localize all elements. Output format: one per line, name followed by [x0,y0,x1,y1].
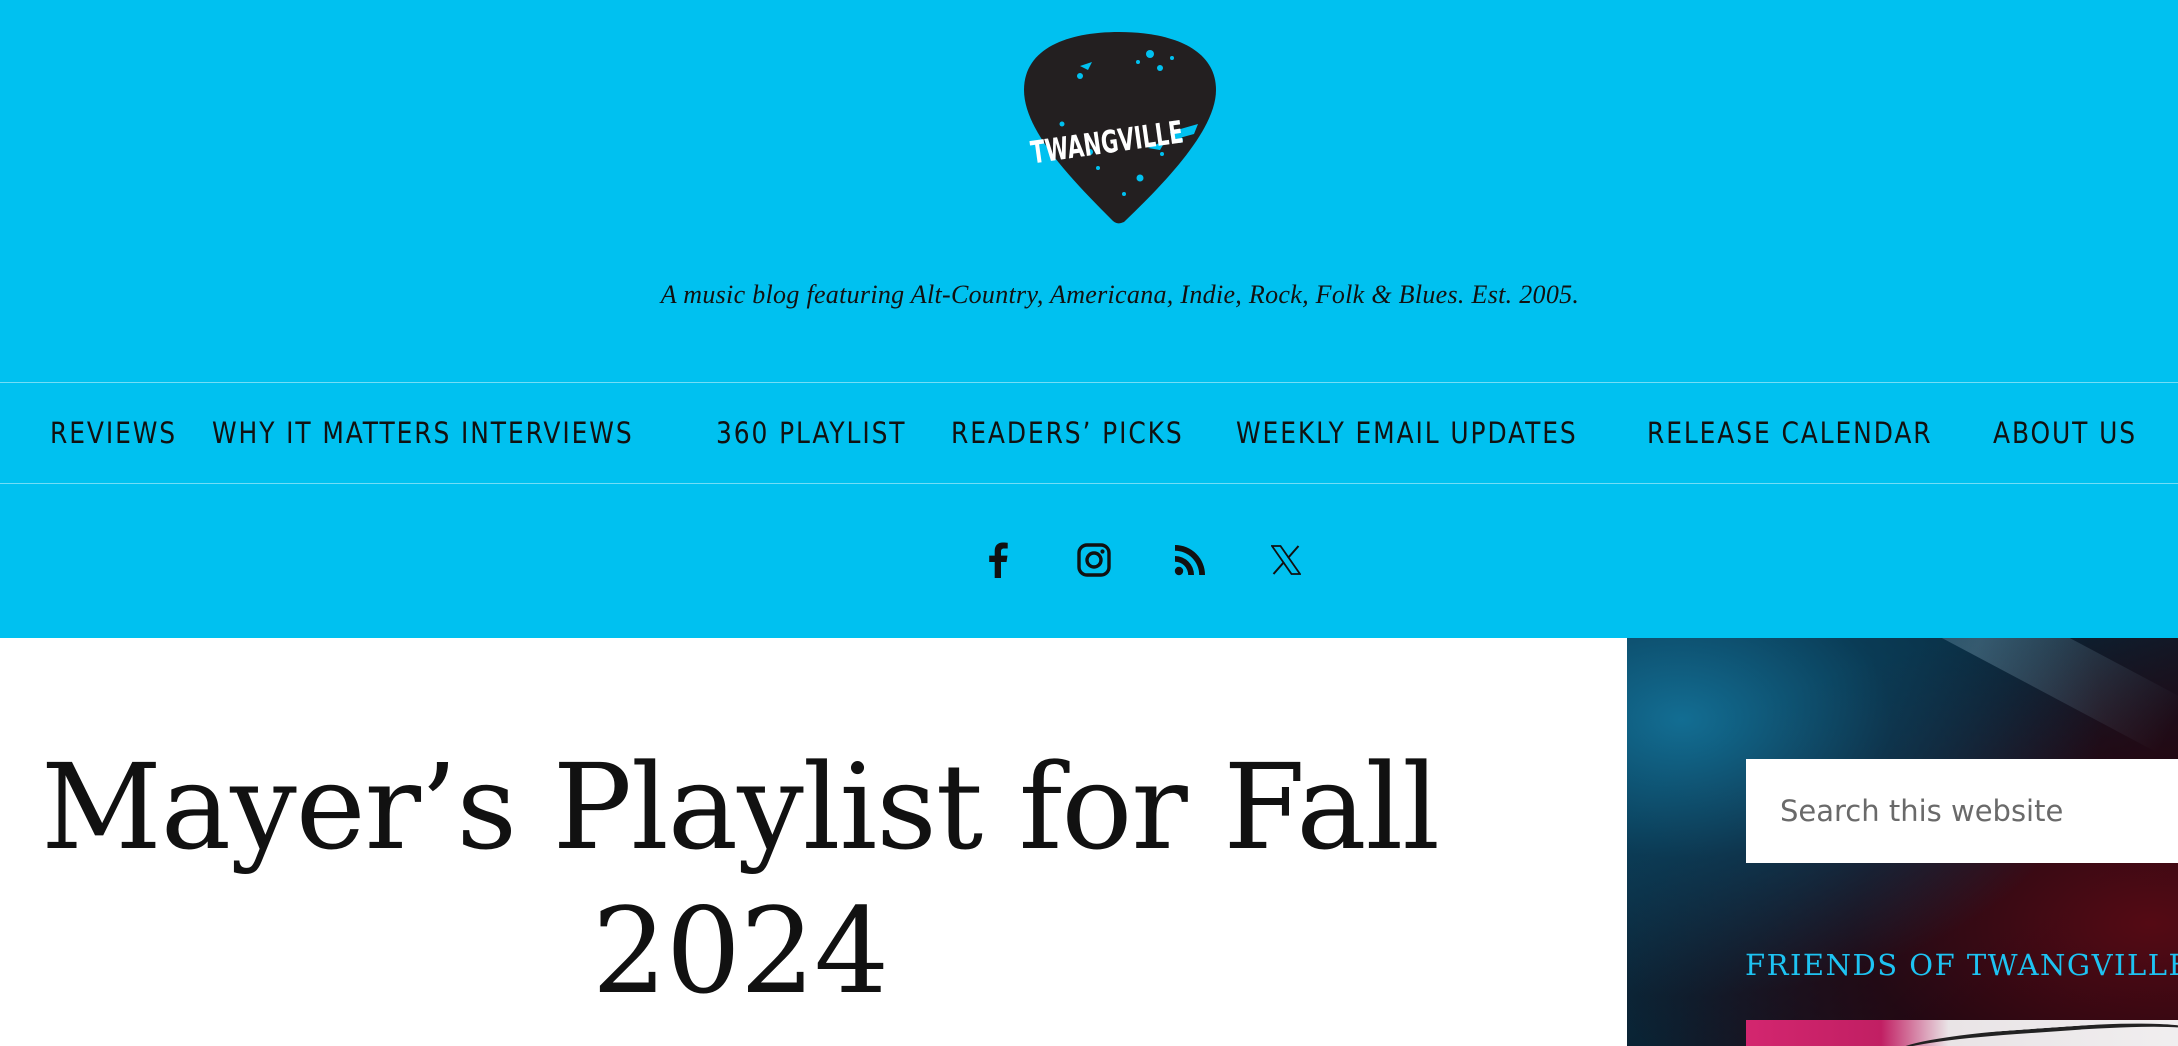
search-input[interactable] [1746,759,2178,863]
nav-item-why-it-matters-interviews[interactable]: WHY IT MATTERS INTERVIEWS [212,416,634,450]
site-header: TWANGVILLE A music blog featuring Alt-Co… [0,0,2178,638]
sidebar-background-streak [1787,638,2178,754]
rss-icon[interactable] [1142,540,1238,580]
primary-navigation: REVIEWS WHY IT MATTERS INTERVIEWS 360 PL… [0,382,2178,484]
site-tagline: A music blog featuring Alt-Country, Amer… [660,280,1580,309]
banner-lettering [1895,1020,2178,1046]
x-icon[interactable] [1238,540,1334,580]
social-links [950,540,1334,580]
nav-item-release-calendar[interactable]: RELEASE CALENDAR [1647,416,1933,450]
nav-item-about-us[interactable]: ABOUT US [1993,416,2137,450]
nav-item-readers-picks[interactable]: READERS’ PICKS [951,416,1184,450]
friends-banner-image[interactable] [1746,1020,2178,1046]
nav-item-360-playlist[interactable]: 360 PLAYLIST [716,416,906,450]
nav-item-weekly-email-updates[interactable]: WEEKLY EMAIL UPDATES [1236,416,1578,450]
nav-item-reviews[interactable]: REVIEWS [50,416,177,450]
instagram-icon[interactable] [1046,540,1142,580]
twangville-logo[interactable]: TWANGVILLE [1020,28,1218,224]
facebook-icon[interactable] [950,540,1046,580]
sidebar: FRIENDS OF TWANGVILLE [1627,638,2178,1046]
article-title: Mayer’s Playlist for Fall 2024 [40,738,1440,1020]
friends-heading: FRIENDS OF TWANGVILLE [1745,948,2178,982]
